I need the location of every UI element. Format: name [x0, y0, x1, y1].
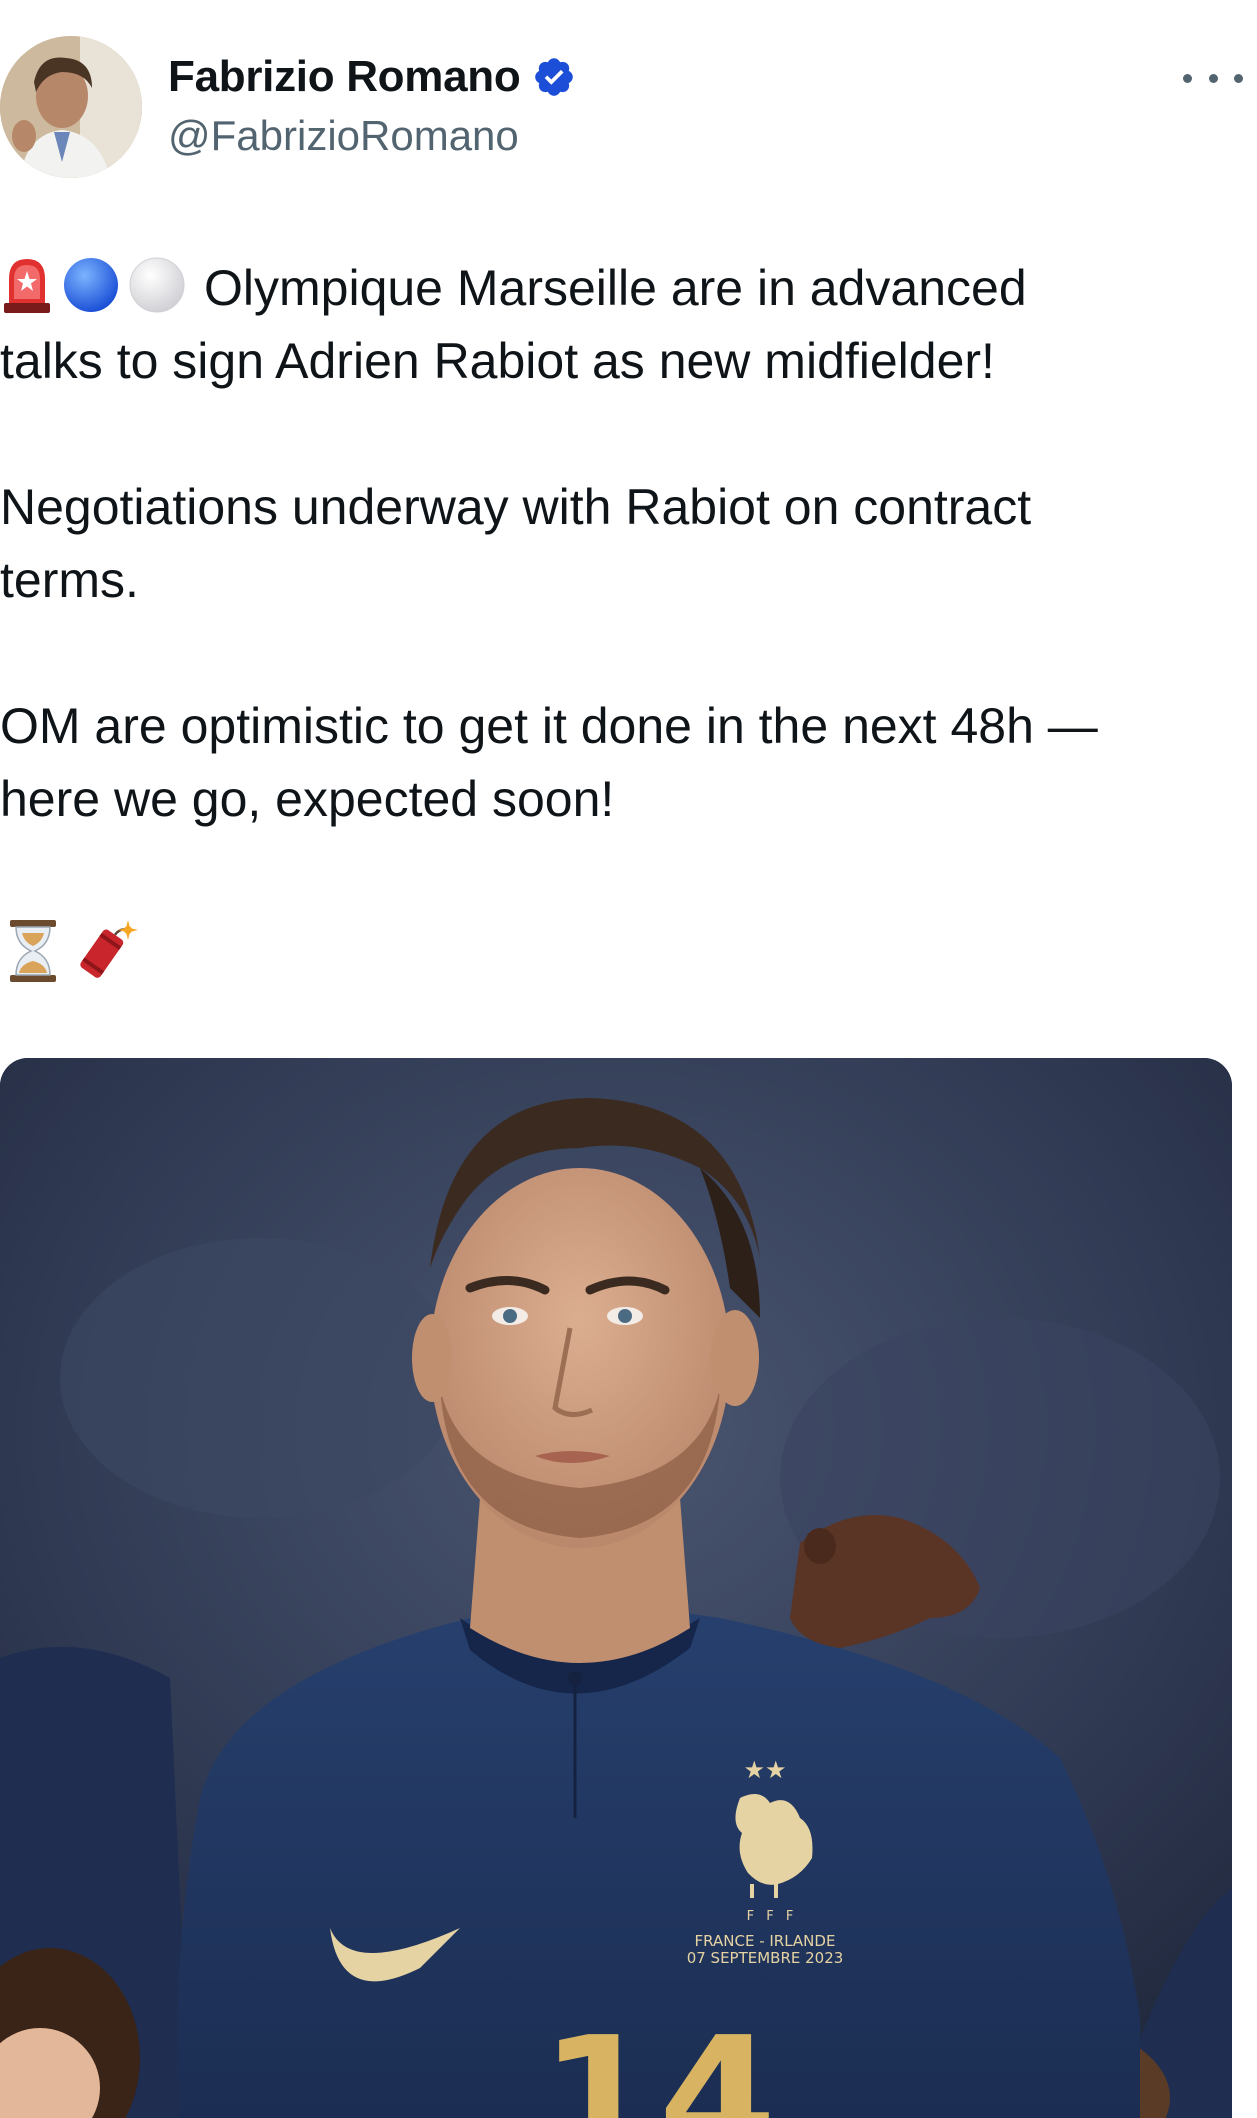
rotating-light-icon	[4, 259, 50, 313]
tweet-text-line-1: Olympique Marseille are in advanced	[204, 260, 1027, 316]
blue-circle-icon	[64, 258, 118, 312]
trailing-emoji-group	[8, 918, 142, 984]
crest-stars: ★★	[743, 1756, 786, 1784]
tweet-line: Olympique Marseille are in advanced	[0, 252, 1230, 325]
match-line-1: FRANCE - IRLANDE	[695, 1932, 836, 1950]
more-options-button[interactable]	[1183, 60, 1243, 96]
author-name-row: Fabrizio Romano	[168, 52, 576, 102]
tweet-text: Olympique Marseille are in advanced talk…	[0, 252, 1230, 836]
tweet-text-line-4: terms.	[0, 552, 139, 608]
player-photo: ★★ F F F FRANCE - IRLANDE 07 SEPTEMBRE 2…	[0, 1058, 1232, 2118]
avatar[interactable]	[0, 36, 142, 178]
avatar-image	[0, 36, 142, 178]
match-line-2: 07 SEPTEMBRE 2023	[687, 1949, 844, 1967]
lead-emoji-group	[0, 255, 186, 315]
more-dot	[1234, 73, 1243, 83]
tweet-text-line-6: here we go, expected soon!	[0, 771, 615, 827]
tweet-text-line-5: OM are optimistic to get it done in the …	[0, 698, 1098, 754]
shirt-number: 14	[540, 2001, 777, 2118]
author-handle[interactable]: @FabrizioRomano	[168, 112, 519, 160]
tweet-paragraph-3: OM are optimistic to get it done in the …	[0, 690, 1230, 836]
tweet-text-line-2: talks to sign Adrien Rabiot as new midfi…	[0, 333, 995, 389]
tweet-text-line-3: Negotiations underway with Rabiot on con…	[0, 479, 1032, 535]
crest-fff: F F F	[747, 1909, 798, 1924]
tweet-paragraph-2: Negotiations underway with Rabiot on con…	[0, 471, 1230, 617]
tweet-paragraph-1: Olympique Marseille are in advanced talk…	[0, 252, 1230, 398]
author-display-name[interactable]: Fabrizio Romano	[168, 52, 521, 102]
white-circle-icon	[129, 257, 185, 313]
more-horizontal-icon	[1183, 73, 1192, 83]
hourglass-icon	[10, 920, 56, 982]
verified-badge-icon	[532, 55, 576, 99]
firecracker-icon	[80, 920, 138, 978]
tweet-media-photo[interactable]: ★★ F F F FRANCE - IRLANDE 07 SEPTEMBRE 2…	[0, 1058, 1232, 2118]
more-dot	[1208, 73, 1218, 83]
